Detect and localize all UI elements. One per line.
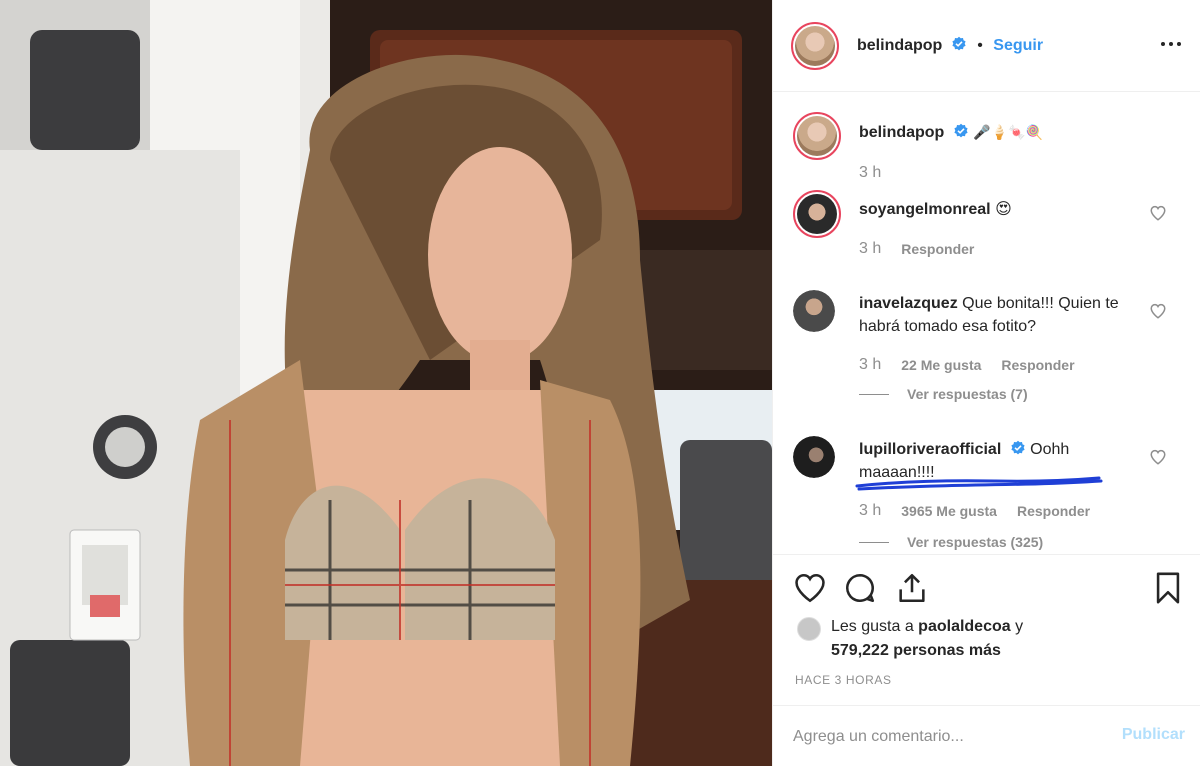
commenter-avatar[interactable] [793,190,841,238]
share-icon[interactable] [895,571,929,605]
likes-count[interactable]: 579,222 personas más [831,639,1023,663]
comment-row: soyangelmonreal 😍 3 h Responder [793,190,1183,270]
likes-summary: Les gusta a paolaldecoa y 579,222 person… [797,615,1023,663]
post-timestamp[interactable]: HACE 3 HORAS [795,673,892,687]
caption-username[interactable]: belindapop [859,124,944,141]
like-heart-icon[interactable] [793,571,827,605]
caption-text: 🎤🍦🍬🍭 [973,124,1043,140]
replies-divider [859,541,889,543]
comment-time: 3 h [859,356,882,373]
reply-button[interactable]: Responder [901,241,974,257]
commenter-avatar[interactable] [793,290,835,332]
caption-row: belindapop 🎤🍦🍬🍭 3 h [793,112,1183,192]
reply-button[interactable]: Responder [1001,357,1074,373]
view-replies-label: Ver respuestas (7) [907,386,1028,402]
more-options-icon[interactable] [1159,34,1183,54]
comments-section[interactable]: belindapop 🎤🍦🍬🍭 3 h soyangelmonreal 😍 3 … [773,92,1200,554]
post-actions: Les gusta a paolaldecoa y 579,222 person… [773,554,1200,766]
publish-button[interactable]: Publicar [1122,726,1185,744]
likes-prefix: Les gusta a [831,618,919,635]
comment-bubble-icon[interactable] [843,571,877,605]
comment-time: 3 h [859,502,882,519]
comment-username[interactable]: inavelazquez [859,295,958,312]
comment-row: lupilloriveraofficial Oohh maaaan!!!! 3 … [793,434,1183,554]
comment-text: 😍 [995,201,1012,218]
comment-likes-count[interactable]: 22 Me gusta [901,357,981,373]
comment-like-heart-icon[interactable] [1149,204,1167,222]
comment-username[interactable]: lupilloriveraofficial [859,441,1001,458]
commenter-avatar[interactable] [793,436,835,478]
highlight-scribble [855,476,1103,491]
post-photo[interactable] [0,0,772,766]
author-avatar[interactable] [791,22,839,70]
add-comment-bar: Publicar [773,705,1200,766]
caption-time: 3 h [859,164,882,181]
liker-avatar[interactable] [797,617,821,641]
comment-like-heart-icon[interactable] [1149,448,1167,466]
bookmark-icon[interactable] [1151,571,1185,605]
liker-username[interactable]: paolaldecoa [918,618,1010,635]
photo-illustration [0,0,772,766]
likes-suffix: y [1010,618,1024,635]
post-header: belindapop • Seguir [773,0,1200,92]
comment-likes-count[interactable]: 3965 Me gusta [901,503,997,519]
comment-input[interactable] [793,722,1093,752]
header-separator: • [977,37,983,54]
follow-button[interactable]: Seguir [993,37,1043,54]
comment-row: inavelazquez Que bonita!!! Quien te habr… [793,288,1183,408]
view-replies-button[interactable]: Ver respuestas (7) [859,386,1028,402]
author-username[interactable]: belindapop [857,37,942,54]
verified-badge-icon [952,36,966,51]
post-side-panel: belindapop • Seguir belindapop 🎤🍦🍬🍭 3 h … [772,0,1200,766]
comment-username[interactable]: soyangelmonreal [859,201,991,218]
caption-avatar[interactable] [793,112,841,160]
comment-like-heart-icon[interactable] [1149,302,1167,320]
verified-badge-icon [1011,440,1025,455]
view-replies-label: Ver respuestas (325) [907,534,1044,550]
comment-time: 3 h [859,240,882,257]
verified-badge-icon [954,123,968,138]
view-replies-button[interactable]: Ver respuestas (325) [859,534,1043,550]
replies-divider [859,393,889,395]
reply-button[interactable]: Responder [1017,503,1090,519]
